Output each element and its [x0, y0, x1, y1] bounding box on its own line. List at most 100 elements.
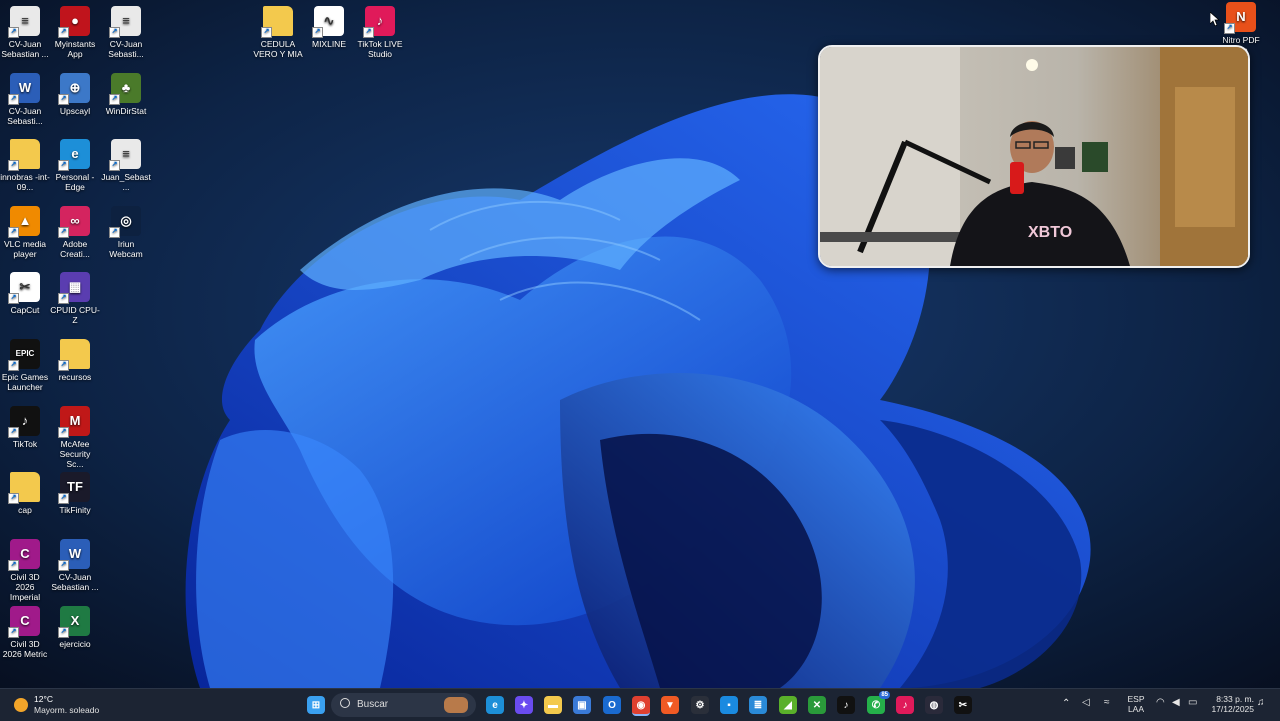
- desktop-icon[interactable]: ♪ ↗ TikTok: [0, 406, 50, 449]
- folder-icon: ↗: [8, 139, 40, 171]
- shortcut-arrow-icon: ↗: [8, 160, 19, 171]
- edge-icon[interactable]: e: [486, 696, 504, 714]
- desktop-icon[interactable]: ↗ innobras -int- 09...: [0, 139, 50, 192]
- blue-app-icon[interactable]: ▪: [720, 696, 738, 714]
- desktop-icon[interactable]: ≡ ↗ CV-Juan Sebasti...: [101, 6, 151, 59]
- outlook-icon[interactable]: O: [603, 696, 621, 714]
- desktop-icon[interactable]: ≡ ↗ CV-Juan Sebastian ...: [0, 6, 50, 59]
- shortcut-arrow-icon: ↗: [58, 160, 69, 171]
- nvidia-icon[interactable]: ◢: [779, 696, 797, 714]
- desktop-icon-label: CEDULA VERO Y MIA: [253, 39, 303, 59]
- microsoft-store-icon[interactable]: ▣: [573, 696, 591, 714]
- folder-icon: ↗: [58, 339, 90, 371]
- cpuz-icon: ▦ ↗: [58, 272, 90, 304]
- shortcut-arrow-icon: ↗: [8, 427, 19, 438]
- desktop-icon-label: Civil 3D 2026 Imperial: [9, 572, 41, 602]
- clock[interactable]: 8:33 p. m. 17/12/2025: [1204, 694, 1254, 714]
- chatgpt-icon[interactable]: ⚙: [691, 696, 709, 714]
- desktop-icon[interactable]: C ↗ Civil 3D 2026 Imperial: [0, 539, 50, 602]
- desktop-icon[interactable]: C ↗ Civil 3D 2026 Metric: [0, 606, 50, 659]
- iriun-webcam-icon: ◎ ↗: [109, 206, 141, 238]
- windows-start-icon[interactable]: ⊞: [307, 696, 325, 714]
- desktop-icon[interactable]: ♪ ↗ TikTok LIVE Studio: [355, 6, 405, 59]
- desktop-icon-label: TikTok: [12, 439, 38, 449]
- adobe-cc-icon: ∞ ↗: [58, 206, 90, 238]
- myinstants-icon: ● ↗: [58, 6, 90, 38]
- language-line1: ESP: [1127, 694, 1145, 704]
- desktop-icon[interactable]: ✂ ↗ CapCut: [0, 272, 50, 315]
- mixline-icon: ∿ ↗: [312, 6, 344, 38]
- desktop-icon[interactable]: ▦ ↗ CPUID CPU-Z: [50, 272, 100, 325]
- tiktok-icon[interactable]: ♪: [837, 696, 855, 714]
- brave-icon[interactable]: ▼: [661, 696, 679, 714]
- weather-widget[interactable]: 12°C Mayorm. soleado: [12, 693, 122, 717]
- desktop-icon-label: McAfee Security Sc...: [59, 439, 91, 469]
- clock-time: 8:33 p. m.: [1216, 694, 1254, 704]
- desktop-icon[interactable]: ∿ ↗ MIXLINE: [304, 6, 354, 49]
- desktop-icon-label: Adobe Creati...: [60, 239, 90, 259]
- shortcut-arrow-icon: ↗: [363, 27, 374, 38]
- desktop-icon-label: CV-Juan Sebasti...: [108, 39, 144, 59]
- shortcut-arrow-icon: ↗: [8, 560, 19, 571]
- notepad-icon[interactable]: ≣: [749, 696, 767, 714]
- desktop-icon[interactable]: EPIC ↗ Epic Games Launcher: [0, 339, 50, 392]
- desktop-icon[interactable]: ↗ CEDULA VERO Y MIA: [253, 6, 303, 59]
- shortcut-arrow-icon: ↗: [58, 427, 69, 438]
- tiktok-live-studio-icon[interactable]: ♪: [896, 696, 914, 714]
- desktop-icon[interactable]: ⊕ ↗ Upscayl: [50, 73, 100, 116]
- desktop-icon-label: CV-Juan Sebastian ...: [51, 572, 99, 592]
- shortcut-arrow-icon: ↗: [58, 293, 69, 304]
- chrome-icon[interactable]: ◉: [632, 696, 650, 716]
- webcam-preview-window[interactable]: XBTO: [818, 45, 1250, 268]
- shortcut-arrow-icon: ↗: [58, 27, 69, 38]
- chevron-up-icon[interactable]: ⌃: [1062, 699, 1070, 709]
- desktop-icon[interactable]: ● ↗ Myinstants App: [50, 6, 100, 59]
- desktop-icon[interactable]: TF ↗ TikFinity: [50, 472, 100, 515]
- desktop-icon[interactable]: ▲ ↗ VLC media player: [0, 206, 50, 259]
- desktop-icon[interactable]: ∞ ↗ Adobe Creati...: [50, 206, 100, 259]
- word-document-icon: W ↗: [58, 539, 90, 571]
- desktop-icon[interactable]: W ↗ CV-Juan Sebastian ...: [50, 539, 100, 592]
- language-indicator[interactable]: ESP LAA: [1124, 694, 1148, 714]
- desktop-icon-label: CV-Juan Sebastian ...: [1, 39, 49, 59]
- excel-document-icon: X ↗: [58, 606, 90, 638]
- shortcut-arrow-icon: ↗: [109, 94, 120, 105]
- file-explorer-icon[interactable]: ▬: [544, 696, 562, 714]
- desktop-icon-label: VLC media player: [3, 239, 47, 259]
- desktop-icon[interactable]: ≡ ↗ Juan_Sebast...: [101, 139, 151, 192]
- desktop-icon-label: Juan_Sebast...: [101, 172, 151, 192]
- desktop-icon[interactable]: X ↗ ejercicio: [50, 606, 100, 649]
- desktop-icon[interactable]: W ↗ CV-Juan Sebasti...: [0, 73, 50, 126]
- speaker-tray-icon[interactable]: ◁: [1082, 698, 1090, 708]
- whatsapp-icon[interactable]: ✆ 85: [867, 691, 890, 714]
- desktop-icon[interactable]: M ↗ McAfee Security Sc...: [50, 406, 100, 469]
- wifi-icon[interactable]: ◠: [1156, 698, 1165, 708]
- network-tray-icon[interactable]: ≈: [1104, 698, 1110, 708]
- copilot-icon[interactable]: ✦: [515, 696, 533, 714]
- desktop-icon[interactable]: ♣ ↗ WinDirStat: [101, 73, 151, 116]
- shortcut-arrow-icon: ↗: [58, 493, 69, 504]
- search-box[interactable]: Buscar: [331, 693, 476, 717]
- shortcut-arrow-icon: ↗: [8, 94, 19, 105]
- desktop-icon[interactable]: ↗ cap: [0, 472, 50, 515]
- desktop-icon[interactable]: ◎ ↗ Iriun Webcam: [101, 206, 151, 259]
- notification-bell-icon[interactable]: ♫: [1257, 698, 1265, 708]
- desktop-icon-label: Personal - Edge: [55, 172, 95, 192]
- taskbar: 12°C Mayorm. soleado ⊞ e ✦ ▬ ▣ O ◉ ▼ ⚙ ▪ ≣ ◢ ✕ ♪ ✆ 85 ♪ ◍…: [0, 688, 1280, 721]
- desktop-icon-label: Upscayl: [59, 106, 91, 116]
- obs-icon[interactable]: ◍: [925, 696, 943, 714]
- desktop-icon[interactable]: ↗ recursos: [50, 339, 100, 382]
- mouse-cursor: [1210, 12, 1220, 26]
- desktop-icon-label: Myinstants App: [54, 39, 96, 59]
- volume-icon[interactable]: ◀: [1172, 698, 1180, 708]
- language-line2: LAA: [1127, 704, 1145, 714]
- desktop-icon[interactable]: e ↗ Personal - Edge: [50, 139, 100, 192]
- battery-icon[interactable]: ▭: [1188, 698, 1197, 708]
- tikfinity-icon: TF ↗: [58, 472, 90, 504]
- sun-icon: [14, 698, 28, 712]
- vlc-icon: ▲ ↗: [8, 206, 40, 238]
- xbox-icon[interactable]: ✕: [808, 696, 826, 714]
- desktop-icon-label: cap: [18, 505, 32, 515]
- folder-icon: ↗: [261, 6, 293, 38]
- capcut-icon[interactable]: ✂: [954, 696, 972, 714]
